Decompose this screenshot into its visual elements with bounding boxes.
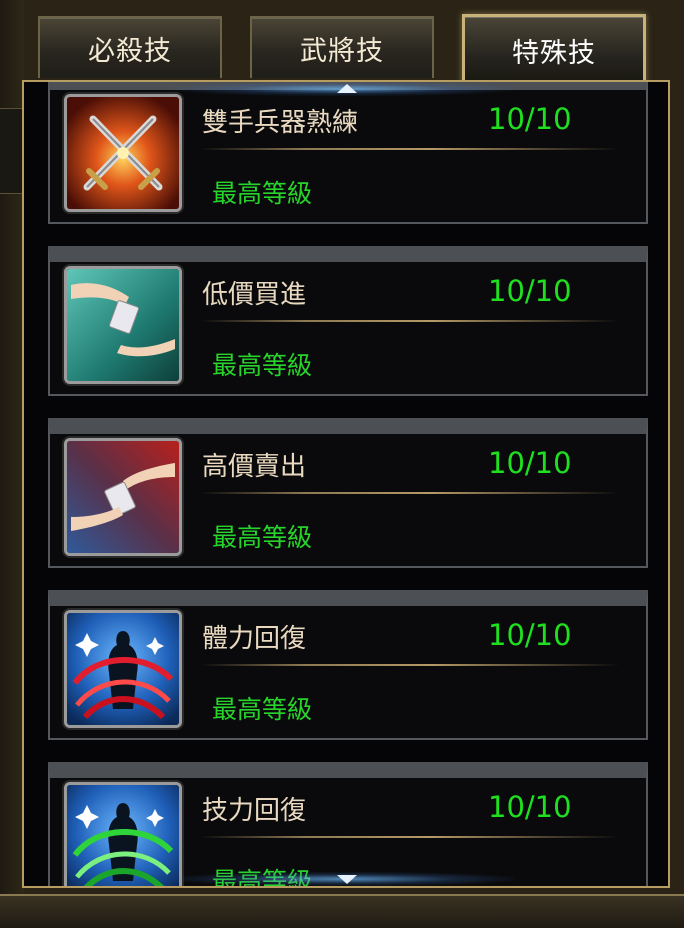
skill-status: 最高等級 [212,179,313,208]
skill-level: 10/10 [488,790,572,824]
left-frame [0,0,24,926]
sp-recovery-icon [64,782,182,886]
skill-name: 高價賣出 [202,452,307,482]
skill-status: 最高等級 [212,695,313,724]
tab-special-attack[interactable]: 必殺技 [38,16,222,78]
skill-card-buy-low[interactable]: 低價買進 10/10 最高等級 [48,246,648,396]
divider [200,664,620,666]
crossed-swords-icon [64,94,182,212]
skill-card-sell-high[interactable]: 高價賣出 10/10 最高等級 [48,418,648,568]
divider [200,320,620,322]
tab-general-skill[interactable]: 武將技 [250,16,434,78]
skill-name: 低價買進 [202,280,307,310]
skill-status: 最高等級 [212,523,313,552]
hands-exchange-icon [64,438,182,556]
skill-card-sp-recovery[interactable]: 技力回復 10/10 最高等級 [48,762,648,886]
scroll-up-arrow-icon[interactable] [337,84,357,93]
skill-level: 10/10 [488,274,572,308]
tab-special-skill[interactable]: 特殊技 [462,14,646,92]
hp-recovery-icon [64,610,182,728]
side-panel-edge [0,108,23,194]
skill-status: 最高等級 [212,351,313,380]
divider [200,836,620,838]
skill-level: 10/10 [488,618,572,652]
skill-level: 10/10 [488,446,572,480]
skill-level: 10/10 [488,102,572,136]
skill-card-dual-weapon[interactable]: 雙手兵器熟練 10/10 最高等級 [48,82,648,224]
skill-name: 技力回復 [202,796,307,826]
skill-list-panel: 雙手兵器熟練 10/10 最高等級 低價買進 10/10 最高等級 高價賣出 1… [22,80,670,888]
scroll-down-arrow-icon[interactable] [337,875,357,884]
bottom-frame [0,894,684,928]
skill-name: 雙手兵器熟練 [202,108,359,138]
skill-list: 雙手兵器熟練 10/10 最高等級 低價買進 10/10 最高等級 高價賣出 1… [48,82,648,886]
skill-card-hp-recovery[interactable]: 體力回復 10/10 最高等級 [48,590,648,740]
divider [200,492,620,494]
divider [200,148,620,150]
hands-exchange-icon [64,266,182,384]
skill-name: 體力回復 [202,624,307,654]
